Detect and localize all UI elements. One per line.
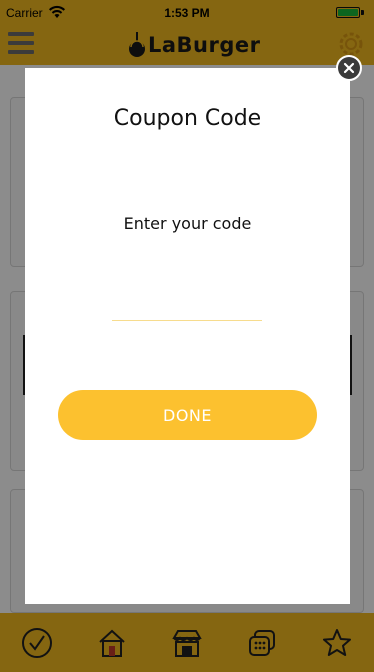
coupon-code-dialog: Coupon Code Enter your code DONE xyxy=(25,68,350,604)
dialog-title: Coupon Code xyxy=(113,106,262,131)
dialog-instruction: Enter your code xyxy=(123,214,252,233)
coupon-code-input[interactable] xyxy=(112,293,262,321)
close-dialog-button[interactable] xyxy=(336,55,362,81)
done-button[interactable]: DONE xyxy=(58,390,317,440)
close-icon xyxy=(343,62,355,74)
